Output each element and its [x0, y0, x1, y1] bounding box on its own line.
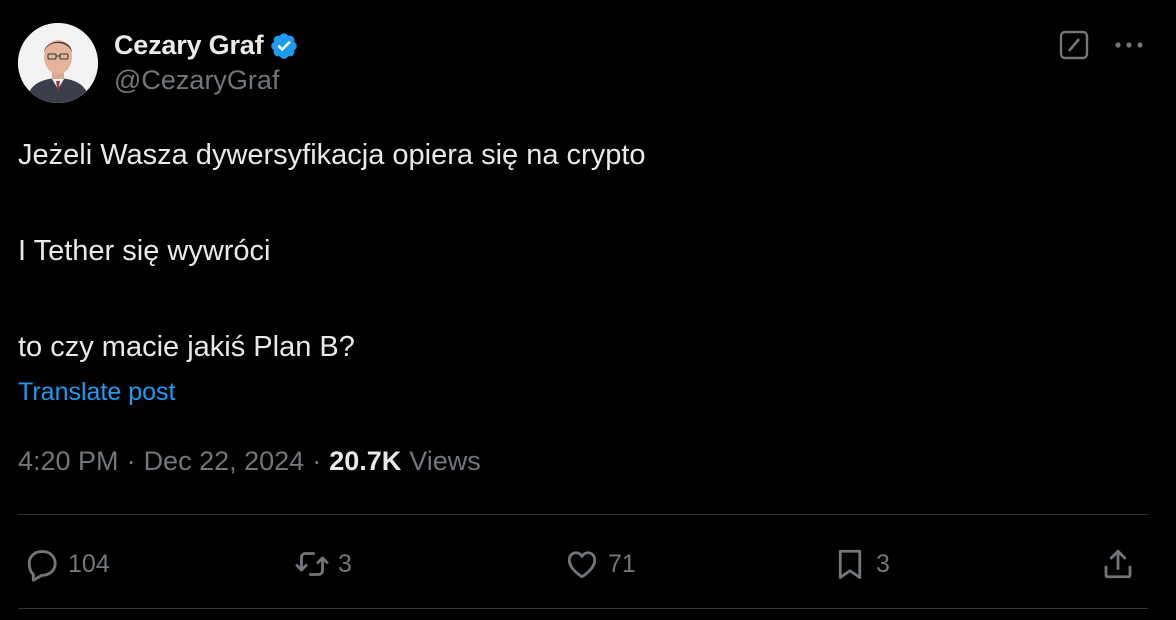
reply-button[interactable]: 104 — [24, 540, 110, 588]
more-options-icon[interactable] — [1112, 28, 1146, 62]
post-actions-bar: 104 3 71 3 — [24, 540, 1144, 588]
repost-button[interactable]: 3 — [294, 540, 352, 588]
post-text-line: to czy macie jakiś Plan B? — [18, 331, 355, 363]
post-text-line: I Tether się wywróci — [18, 235, 271, 267]
divider — [18, 514, 1148, 515]
like-button[interactable]: 71 — [564, 540, 636, 588]
post-time[interactable]: 4:20 PM — [18, 446, 119, 477]
reply-icon — [27, 550, 57, 582]
grok-icon[interactable] — [1058, 29, 1090, 61]
repost-icon — [295, 552, 329, 576]
author-display-name[interactable]: Cezary Graf — [114, 30, 264, 61]
post-text-line: Jeżeli Wasza dywersyfikacja opiera się n… — [18, 139, 646, 171]
views-label[interactable]: Views — [409, 446, 481, 477]
post-date[interactable]: Dec 22, 2024 — [144, 446, 305, 477]
bookmark-count: 3 — [876, 549, 890, 578]
share-button[interactable] — [1100, 540, 1136, 588]
name-row: Cezary Graf — [114, 30, 299, 61]
bookmark-button[interactable]: 3 — [832, 540, 890, 588]
post-meta: 4:20 PM · Dec 22, 2024 · 20.7K Views — [18, 446, 481, 477]
repost-count: 3 — [338, 549, 352, 578]
verified-badge-icon[interactable] — [269, 31, 299, 61]
views-count[interactable]: 20.7K — [329, 446, 401, 477]
share-icon — [1104, 549, 1132, 579]
post-text: Jeżeli Wasza dywersyfikacja opiera się n… — [18, 136, 1158, 366]
translate-post-link[interactable]: Translate post — [18, 378, 175, 407]
avatar[interactable] — [18, 23, 98, 103]
author-names: Cezary Graf @CezaryGraf — [114, 30, 299, 96]
post-top-actions — [1058, 28, 1146, 62]
meta-separator: · — [126, 446, 136, 476]
meta-separator: · — [312, 446, 322, 476]
reply-count: 104 — [68, 549, 110, 578]
bookmark-icon — [838, 549, 862, 579]
author-handle[interactable]: @CezaryGraf — [114, 65, 299, 96]
divider — [18, 608, 1148, 609]
heart-icon — [567, 551, 597, 579]
like-count: 71 — [608, 549, 636, 578]
post-header: Cezary Graf @CezaryGraf — [18, 22, 299, 104]
